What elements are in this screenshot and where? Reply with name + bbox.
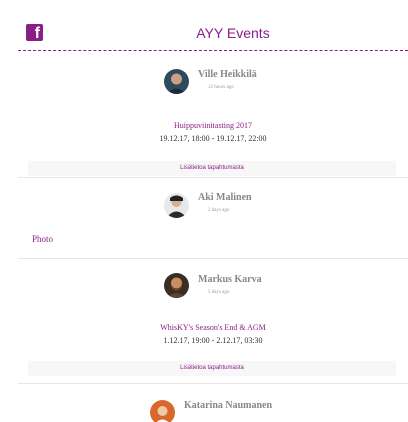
- more-info-link[interactable]: Lisätietoa tapahtumasta: [28, 361, 396, 376]
- post-feed: Ville Heikkilä 12 hours ago Huippuviinit…: [18, 51, 408, 422]
- author-name[interactable]: Aki Malinen: [198, 192, 252, 203]
- avatar[interactable]: [164, 69, 189, 94]
- post-item: Katarina Naumanen: [18, 384, 408, 422]
- author-name[interactable]: Katarina Naumanen: [184, 400, 272, 411]
- event-title[interactable]: Huippuviinitasting 2017: [18, 121, 408, 130]
- widget-title: AYY Events: [196, 25, 270, 41]
- photo-label[interactable]: Photo: [32, 234, 53, 244]
- author-name[interactable]: Markus Karva: [198, 274, 262, 285]
- events-widget: f AYY Events Ville Heikkilä 12 hours ago…: [18, 14, 408, 422]
- post-time: 12 hours ago: [208, 85, 234, 90]
- facebook-icon[interactable]: f: [26, 24, 43, 42]
- widget-header: f AYY Events: [18, 14, 408, 51]
- avatar[interactable]: [164, 273, 189, 298]
- post-item: Ville Heikkilä 12 hours ago Huippuviinit…: [18, 51, 408, 178]
- event-title[interactable]: WhisKY's Season's End & AGM: [18, 323, 408, 332]
- author-name[interactable]: Ville Heikkilä: [198, 69, 257, 80]
- event-dates: 19.12.17, 18:00 - 19.12.17, 22:00: [159, 134, 267, 143]
- post-time: 2 days ago: [208, 208, 230, 213]
- event-dates: 1.12.17, 19:00 - 2.12.17, 03:30: [163, 336, 263, 345]
- avatar[interactable]: [164, 193, 189, 218]
- post-item: Aki Malinen 2 days ago Photo: [18, 178, 408, 259]
- avatar[interactable]: [150, 400, 175, 422]
- post-time: 5 days ago: [208, 290, 230, 295]
- post-item: Markus Karva 5 days ago WhisKY's Season'…: [18, 259, 408, 384]
- more-info-link[interactable]: Lisätietoa tapahtumasta: [28, 161, 396, 176]
